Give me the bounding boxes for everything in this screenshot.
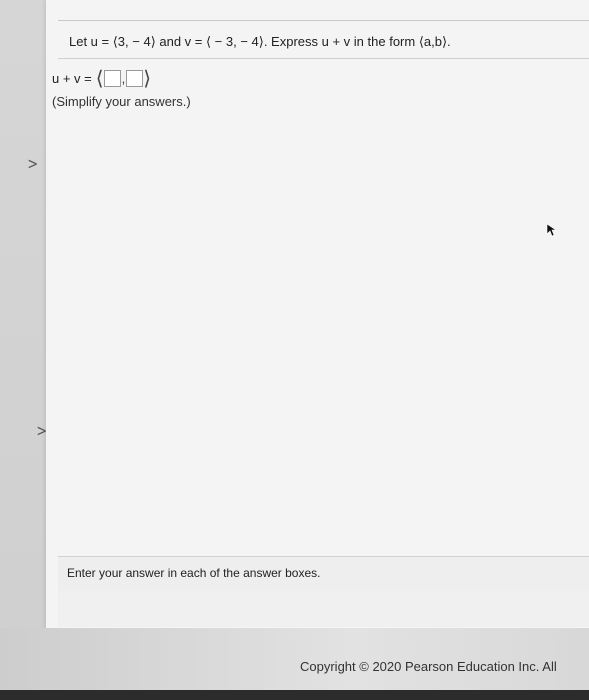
divider bbox=[58, 58, 589, 59]
answer-box-a[interactable] bbox=[103, 69, 121, 87]
copyright-text: Copyright © 2020 Pearson Education Inc. … bbox=[300, 659, 557, 674]
answer-box-b[interactable] bbox=[126, 69, 144, 87]
vector-answer: ⟨ , ⟩ bbox=[96, 68, 151, 88]
simplify-note: (Simplify your answers.) bbox=[52, 94, 191, 109]
chevron-right-icon[interactable]: > bbox=[27, 154, 38, 173]
answer-label: u + v = bbox=[52, 70, 92, 86]
screen-edge bbox=[0, 690, 589, 700]
right-angle-bracket: ⟩ bbox=[143, 66, 151, 90]
answer-separator: , bbox=[121, 70, 126, 86]
action-area bbox=[58, 591, 589, 627]
left-angle-bracket: ⟨ bbox=[95, 66, 104, 90]
enter-answer-instruction: Enter your answer in each of the answer … bbox=[67, 566, 321, 580]
answer-row: u + v = ⟨ , ⟩ bbox=[52, 68, 151, 88]
question-text: Let u = ⟨3, − 4⟩ and v = ⟨ − 3, − 4⟩. Ex… bbox=[69, 34, 451, 49]
left-rail: > > bbox=[0, 0, 47, 700]
divider bbox=[58, 20, 589, 21]
